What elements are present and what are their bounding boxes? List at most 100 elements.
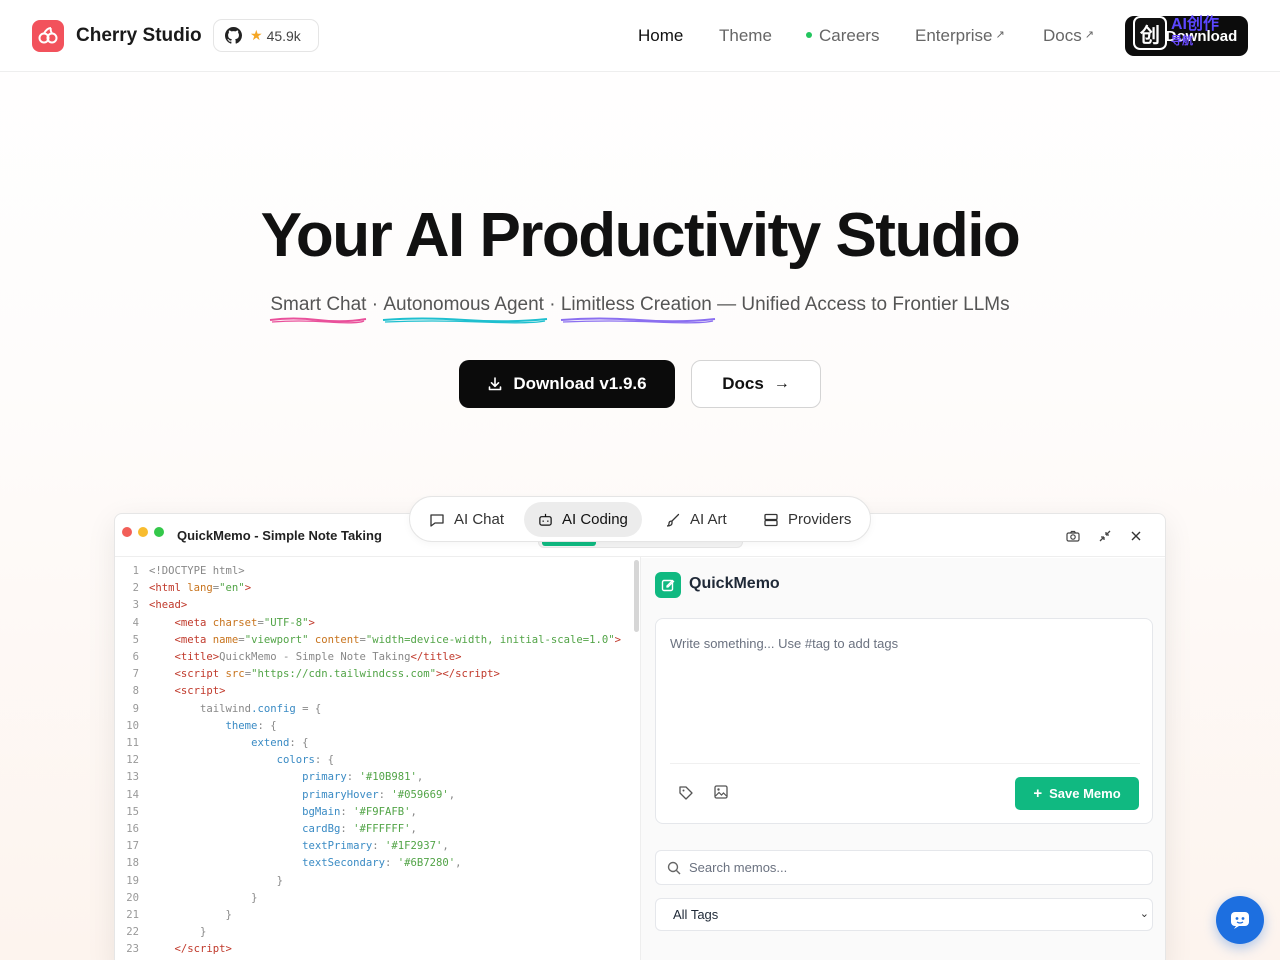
highlight-smart-chat: Smart Chat [270,294,367,324]
nav-enterprise[interactable]: Enterprise ↗ [915,26,1005,46]
code-line: 14 primaryHover: '#059669', [115,787,640,804]
code-line: 21 } [115,907,640,924]
support-chat-button[interactable] [1216,896,1264,944]
line-number: 4 [132,616,139,629]
tab-providers[interactable]: Providers [749,502,865,537]
code-text: <meta charset="UTF-8"> [174,616,315,629]
watermark-subtitle: 导航 [1171,35,1193,47]
line-number: 9 [132,702,139,715]
underline-scribble-icon [270,317,367,324]
code-text: colors: { [276,754,334,767]
hero-sep-1: · [366,294,384,315]
download-button[interactable]: Download v1.9.6 [459,360,675,408]
chat-bot-icon [1231,912,1249,929]
code-line: 1 <!DOCTYPE html> [115,563,640,580]
code-text: primary: '#10B981', [302,771,424,784]
code-line: 11 extend: { [115,735,640,752]
tab-ai-chat-label: AI Chat [454,511,505,528]
line-number: 5 [132,633,139,646]
code-line: 20 } [115,890,640,907]
code-text: extend: { [251,737,309,749]
code-line: 22 } [115,924,640,941]
code-text: } [200,926,207,939]
line-number: 7 [132,668,139,681]
code-line: 8 <script> [115,683,640,700]
code-text: cardBg: '#FFFFFF', [302,823,417,835]
code-line: 4 <meta charset="UTF-8"> [115,615,640,632]
tag-icon[interactable] [678,785,694,806]
close-dot-icon[interactable] [122,527,132,537]
github-stars-badge[interactable]: ★ 45.9k [213,19,319,52]
nav-theme[interactable]: Theme [719,26,772,46]
docs-button[interactable]: Docs → [691,360,821,408]
code-text: } [276,874,283,887]
line-number: 1 [132,565,139,577]
maximize-dot-icon[interactable] [154,527,164,537]
code-text: } [225,909,232,921]
docs-button-label: Docs [722,374,764,393]
code-line: 6 <title>QuickMemo - Simple Note Taking<… [115,649,640,666]
memo-search-input[interactable]: Search memos... [655,850,1153,885]
tab-ai-coding-label: AI Coding [562,511,628,528]
demo-app-window: QuickMemo - Simple Note Taking 1 <!DOCTYP… [114,513,1166,960]
underline-scribble-icon [560,317,715,324]
code-scrollbar[interactable] [634,560,639,632]
tag-filter-value: All Tags [673,907,719,922]
code-text: } [251,891,258,904]
tab-ai-coding[interactable]: AI Coding [524,502,642,537]
cherry-logo-icon [32,20,64,52]
code-text: </script> [174,943,232,956]
nav-home[interactable]: Home [638,26,683,46]
line-number: 23 [126,943,139,956]
close-icon[interactable] [1128,528,1144,544]
code-text: tailwind.config = { [200,702,322,715]
tab-indicator [542,542,596,546]
watermark-title: AI创作 [1171,16,1220,33]
code-text: <script> [174,685,226,698]
line-number: 2 [132,582,139,595]
code-text: <script src="https://cdn.tailwindcss.com… [174,668,500,681]
brand-link[interactable]: Cherry Studio [32,20,202,52]
nav-careers[interactable]: Careers [806,26,879,46]
code-editor[interactable]: 1 <!DOCTYPE html> 2 <html lang="en"> 3 <head>… [115,558,640,960]
line-number: 16 [126,823,139,835]
search-icon [667,861,681,875]
nav-docs-label: Docs [1043,26,1082,45]
code-line: 2 <html lang="en"> [115,580,640,597]
code-line: 23 </script> [115,941,640,958]
save-memo-button[interactable]: + Save Memo [1015,777,1139,810]
highlight-autonomous-agent: Autonomous Agent [383,294,548,324]
feature-tabs: AI Chat AI Coding AI Art Providers [409,496,871,542]
save-memo-label: Save Memo [1049,786,1121,801]
nav-docs[interactable]: Docs ↗ [1043,26,1094,46]
nav-careers-label: Careers [819,26,880,45]
hero-sub-2: Autonomous Agent [383,294,544,315]
code-text: <head> [149,599,188,612]
code-text: textPrimary: '#1F2937', [302,840,449,853]
code-line: 3 <head> [115,597,640,614]
tab-ai-art[interactable]: AI Art [651,502,741,537]
line-number: 10 [126,719,139,732]
camera-icon[interactable] [1065,528,1081,544]
minimize-dot-icon[interactable] [138,527,148,537]
arrow-right-icon: → [773,375,790,392]
quickmemo-preview: QuickMemo Write something... Use #tag to… [641,558,1165,960]
image-icon[interactable] [714,785,728,804]
line-number: 20 [126,891,139,904]
code-text: <meta name="viewport" content="width=dev… [174,633,622,646]
download-icon [489,377,502,391]
code-text: <html lang="en"> [149,582,252,595]
tab-ai-chat[interactable]: AI Chat [415,502,518,537]
underline-scribble-icon [383,317,548,324]
watermark-logo: 创 AI创作 导航 [1133,16,1263,50]
code-text: primaryHover: '#059669', [302,788,456,801]
memo-textarea[interactable]: Write something... Use #tag to add tags [670,636,898,651]
hero-title: Your AI Productivity Studio [260,201,1021,270]
download-button-label: Download v1.9.6 [513,374,647,393]
minimize-icon[interactable] [1097,528,1113,544]
code-text: textSecondary: '#6B7280', [302,857,462,870]
star-icon: ★ [250,27,263,43]
line-number: 3 [132,599,139,612]
external-link-icon: ↗ [1084,29,1094,41]
tag-filter-select[interactable]: All Tags ⌄ [655,898,1153,931]
